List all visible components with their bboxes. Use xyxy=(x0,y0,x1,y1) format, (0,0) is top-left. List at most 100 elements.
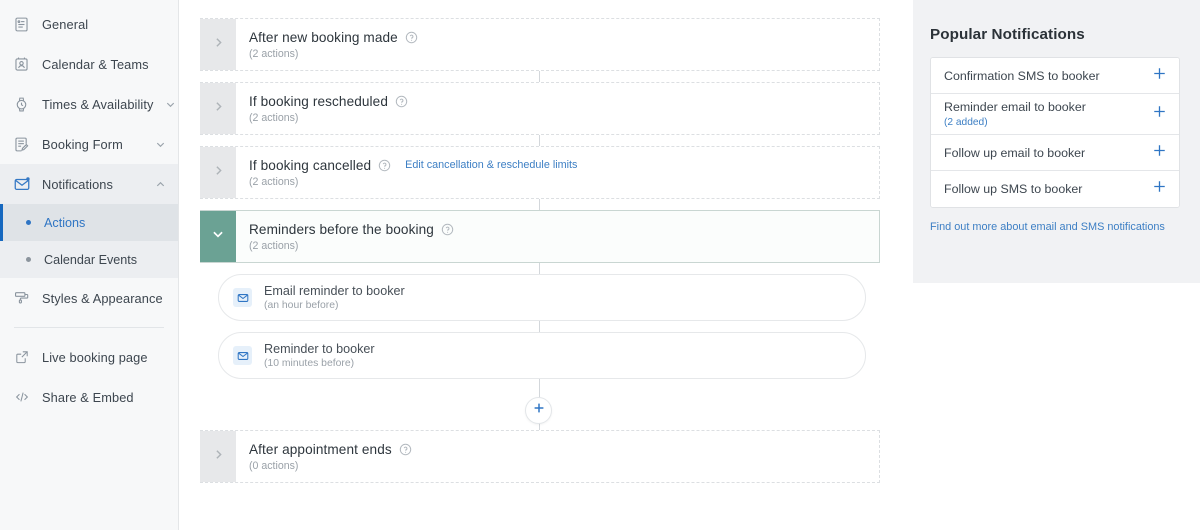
sidebar-item-label: General xyxy=(42,16,89,32)
flow-row-body: If booking cancelled Edit cancellation &… xyxy=(236,147,577,198)
popular-notification-text: Confirmation SMS to booker xyxy=(944,69,1100,83)
envelope-icon xyxy=(233,288,252,307)
flow-row-subtitle: (2 actions) xyxy=(249,111,299,124)
sidebar-item-label: Booking Form xyxy=(42,136,123,152)
sidebar-item-label: Live booking page xyxy=(42,349,148,365)
flow-action-reminder-to-booker[interactable]: Reminder to booker (10 minutes before) xyxy=(218,332,866,379)
plus-icon xyxy=(532,401,546,420)
popular-notification-label: Confirmation SMS to booker xyxy=(944,68,1100,83)
sidebar-divider xyxy=(14,327,164,328)
add-action-button[interactable] xyxy=(525,396,552,424)
flow-row-if-booking-rescheduled[interactable]: If booking rescheduled (2 actions) xyxy=(200,82,880,135)
flow-row-after-appointment-ends[interactable]: After appointment ends (0 actions) xyxy=(200,430,880,483)
help-circle-icon[interactable] xyxy=(395,95,408,108)
help-circle-icon[interactable] xyxy=(378,159,391,172)
help-circle-icon[interactable] xyxy=(441,223,454,236)
flow-row-subtitle: (2 actions) xyxy=(249,47,299,60)
sidebar-item-live-booking-page[interactable]: Live booking page xyxy=(0,337,178,377)
flow-row-subtitle: (2 actions) xyxy=(249,239,299,252)
popular-notifications-list: Confirmation SMS to booker Reminder emai… xyxy=(930,57,1180,208)
flow-action-text: Email reminder to booker (an hour before… xyxy=(264,284,405,311)
sidebar-item-share-embed[interactable]: Share & Embed xyxy=(0,377,178,417)
popular-notification-label: Reminder email to booker xyxy=(944,100,1086,114)
sidebar-item-label: Times & Availability xyxy=(42,96,154,112)
chevron-right-icon xyxy=(212,448,225,466)
sidebar-item-label: Share & Embed xyxy=(42,389,134,405)
popular-notification-item[interactable]: Confirmation SMS to booker xyxy=(931,58,1179,94)
external-link-icon xyxy=(12,348,31,367)
add-notification-button[interactable] xyxy=(1152,66,1167,86)
bullet-icon xyxy=(26,257,31,262)
chevron-up-icon[interactable] xyxy=(155,179,166,190)
flow-row-subtitle: (0 actions) xyxy=(249,459,299,472)
flow-row-reminders-before-booking[interactable]: Reminders before the booking (2 actions) xyxy=(200,210,880,263)
popular-notification-item[interactable]: Reminder email to booker (2 added) xyxy=(931,94,1179,135)
sidebar-item-label: Calendar & Teams xyxy=(42,56,149,72)
flow-row-body: If booking rescheduled (2 actions) xyxy=(236,83,408,134)
flow-action-subtitle: (10 minutes before) xyxy=(264,358,355,369)
chevron-right-icon xyxy=(212,100,225,118)
popular-notification-item[interactable]: Follow up email to booker xyxy=(931,135,1179,171)
popular-notification-item[interactable]: Follow up SMS to booker xyxy=(931,171,1179,207)
chevron-down-icon xyxy=(211,227,225,246)
flow-row-title: After new booking made xyxy=(249,29,398,45)
sidebar-item-times-availability[interactable]: Times & Availability xyxy=(0,84,178,124)
popular-notification-text: Follow up email to booker xyxy=(944,146,1085,160)
sidebar-item-calendar-teams[interactable]: Calendar & Teams xyxy=(0,44,178,84)
flow-action-email-reminder-to-booker[interactable]: Email reminder to booker (an hour before… xyxy=(218,274,866,321)
bullet-icon xyxy=(26,220,31,225)
sidebar-item-notifications[interactable]: Notifications xyxy=(0,164,178,204)
sidebar-item-actions[interactable]: Actions xyxy=(0,204,178,241)
expand-toggle[interactable] xyxy=(200,431,236,482)
sidebar-item-general[interactable]: General xyxy=(0,4,178,44)
plus-icon xyxy=(1152,179,1167,199)
flow-row-title: Reminders before the booking xyxy=(249,221,434,237)
flow-row-if-booking-cancelled[interactable]: If booking cancelled Edit cancellation &… xyxy=(200,146,880,199)
sidebar-item-booking-form[interactable]: Booking Form xyxy=(0,124,178,164)
collapse-toggle[interactable] xyxy=(200,211,236,262)
add-notification-button[interactable] xyxy=(1152,143,1167,163)
flow-row-title: After appointment ends xyxy=(249,441,392,457)
popular-notification-label: Follow up email to booker xyxy=(944,145,1086,160)
sidebar-item-calendar-events[interactable]: Calendar Events xyxy=(0,241,178,278)
popular-notification-text: Follow up SMS to booker xyxy=(944,182,1082,196)
plus-icon xyxy=(1152,143,1167,163)
expand-toggle[interactable] xyxy=(200,19,236,70)
envelope-notify-icon xyxy=(12,175,31,194)
chevron-down-icon[interactable] xyxy=(155,139,166,150)
flow-action-title: Email reminder to booker xyxy=(264,284,405,298)
app-root: General Calendar & Teams Times & Availab… xyxy=(0,0,1200,530)
sidebar-item-styles-appearance[interactable]: Styles & Appearance xyxy=(0,278,178,318)
flow-row-after-new-booking-made[interactable]: After new booking made (2 actions) xyxy=(200,18,880,71)
flow-row-subtitle: (2 actions) xyxy=(249,175,299,188)
document-icon xyxy=(12,15,31,34)
contact-card-icon xyxy=(12,55,31,74)
sidebar-subitem-label: Calendar Events xyxy=(44,252,138,267)
plus-icon xyxy=(1152,104,1167,124)
plus-icon xyxy=(1152,66,1167,86)
chevron-down-icon[interactable] xyxy=(165,99,176,110)
popular-notification-text: Reminder email to booker (2 added) xyxy=(944,100,1086,128)
help-circle-icon[interactable] xyxy=(405,31,418,44)
add-notification-button[interactable] xyxy=(1152,104,1167,124)
sidebar-subgroup-notifications: Actions Calendar Events xyxy=(0,204,178,278)
find-out-more-link[interactable]: Find out more about email and SMS notifi… xyxy=(930,221,1165,233)
flow-row-title: If booking rescheduled xyxy=(249,93,388,109)
edit-cancellation-limits-link[interactable]: Edit cancellation & reschedule limits xyxy=(405,159,577,171)
watch-icon xyxy=(12,95,31,114)
expand-toggle[interactable] xyxy=(200,83,236,134)
flow-action-text: Reminder to booker (10 minutes before) xyxy=(264,342,375,369)
panel-title: Popular Notifications xyxy=(930,26,1085,43)
flow-action-subtitle: (an hour before) xyxy=(264,300,339,311)
sidebar-subitem-label: Actions xyxy=(44,215,86,230)
chevron-right-icon xyxy=(212,164,225,182)
notification-flow: After new booking made (2 actions) If bo… xyxy=(200,18,880,483)
expand-toggle[interactable] xyxy=(200,147,236,198)
sidebar-item-label: Notifications xyxy=(42,176,114,192)
envelope-icon xyxy=(233,346,252,365)
code-brackets-icon xyxy=(12,388,31,407)
add-action-row xyxy=(200,390,880,430)
help-circle-icon[interactable] xyxy=(399,443,412,456)
add-notification-button[interactable] xyxy=(1152,179,1167,199)
flow-action-title: Reminder to booker xyxy=(264,342,375,356)
